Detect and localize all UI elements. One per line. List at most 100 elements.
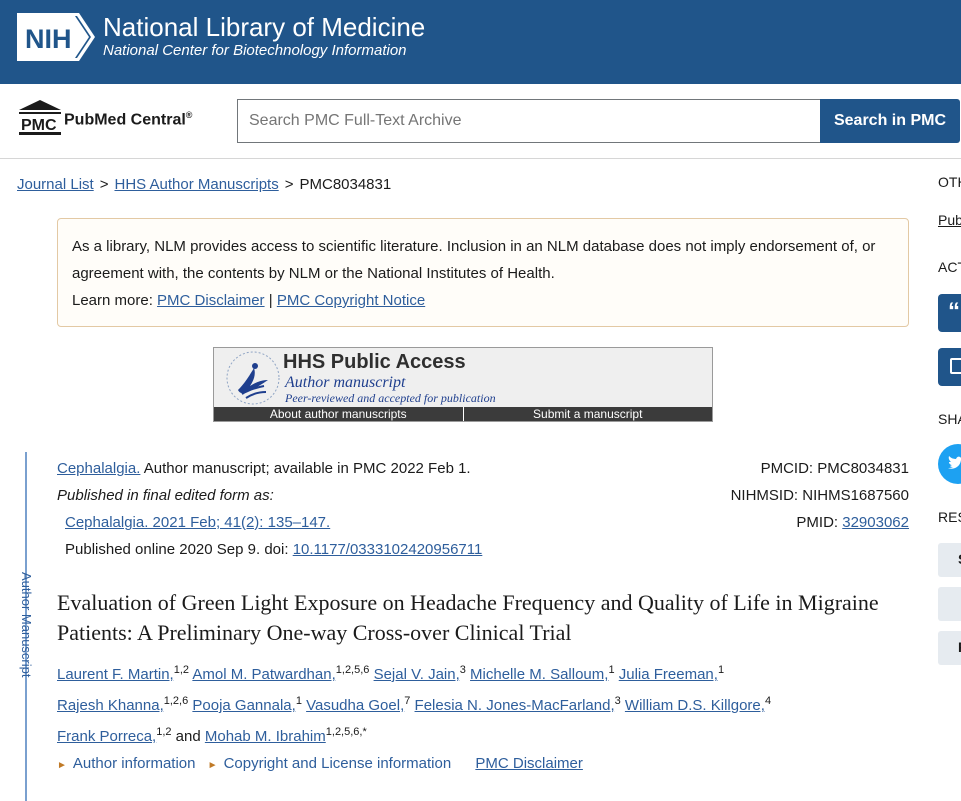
share-heading: SHA bbox=[938, 411, 961, 427]
nih-logo-icon[interactable]: NIH bbox=[17, 13, 95, 61]
author-list: Laurent F. Martin,1,2 Amol M. Patwardhan… bbox=[57, 657, 917, 750]
nlm-disclaimer-box: As a library, NLM provides access to sci… bbox=[57, 218, 909, 327]
author-link[interactable]: Mohab M. Ibrahim bbox=[205, 728, 326, 745]
citation-line: Cephalalgia. Author manuscript; availabl… bbox=[57, 455, 482, 482]
doi-link[interactable]: 10.1177/0333102420956711 bbox=[293, 541, 483, 558]
citation-ids: PMCID: PMC8034831 NIHMSID: NIHMS1687560 … bbox=[731, 455, 909, 536]
author-link[interactable]: William D.S. Killgore, bbox=[625, 697, 765, 714]
author-affiliation: 1 bbox=[717, 664, 725, 676]
pmc-disclaimer-link[interactable]: PMC Disclaimer bbox=[157, 292, 265, 309]
author-affiliation: 4 bbox=[764, 695, 772, 707]
article-title: Evaluation of Green Light Exposure on He… bbox=[57, 590, 879, 645]
nlm-title[interactable]: National Library of Medicine bbox=[103, 12, 425, 43]
author-and: and bbox=[175, 728, 201, 745]
author-link[interactable]: Frank Porreca, bbox=[57, 728, 156, 745]
cite-button[interactable]: “ bbox=[938, 294, 961, 332]
actions-heading: ACT bbox=[938, 259, 961, 275]
pmc-search-bar: PMC PubMed Central® Search in PMC bbox=[0, 84, 961, 159]
about-author-manuscripts-link[interactable]: About author manuscripts bbox=[214, 407, 464, 421]
resource-item-3[interactable]: F bbox=[938, 631, 961, 665]
hhs-title: HHS Public Access bbox=[283, 351, 466, 373]
disclaimer-learn-more: Learn more: PMC Disclaimer | PMC Copyrig… bbox=[72, 287, 894, 314]
final-ref-link[interactable]: Cephalalgia. 2021 Feb; 41(2): 135–147. bbox=[65, 514, 330, 531]
author-information-toggle[interactable]: Author information bbox=[73, 755, 196, 772]
pmc-logo-name: PubMed Central bbox=[64, 111, 186, 129]
pubreader-link[interactable]: Pub bbox=[938, 212, 961, 228]
author-link[interactable]: Amol M. Patwardhan, bbox=[192, 666, 335, 683]
svg-text:PMC: PMC bbox=[21, 117, 57, 134]
breadcrumb: Journal List > HHS Author Manuscripts > PMC8… bbox=[17, 176, 391, 193]
collections-button[interactable] bbox=[938, 348, 961, 386]
pmid-link[interactable]: 32903062 bbox=[842, 514, 909, 531]
search-input[interactable] bbox=[237, 99, 821, 143]
pmcid: PMCID: PMC8034831 bbox=[760, 460, 909, 477]
submit-manuscript-link[interactable]: Submit a manuscript bbox=[464, 407, 713, 421]
pmid-label: PMID: bbox=[796, 514, 843, 531]
author-link[interactable]: Sejal V. Jain, bbox=[374, 666, 460, 683]
hhs-public-access-banner: HHS Public Access Author manuscript Peer… bbox=[213, 347, 713, 422]
author-link[interactable]: Felesia N. Jones-MacFarland, bbox=[415, 697, 615, 714]
author-affiliation: 1,2,5,6,* bbox=[325, 726, 367, 738]
breadcrumb-hhs-author-manuscripts[interactable]: HHS Author Manuscripts bbox=[114, 176, 278, 193]
author-link[interactable]: Pooja Gannala, bbox=[192, 697, 295, 714]
collection-icon bbox=[950, 358, 961, 374]
nlm-header: NIH National Library of Medicine Nationa… bbox=[0, 0, 961, 84]
published-online-text: Published online 2020 Sep 9. doi: bbox=[65, 541, 293, 558]
author-link[interactable]: Julia Freeman, bbox=[619, 666, 718, 683]
nihmsid: NIHMSID: NIHMS1687560 bbox=[730, 487, 909, 504]
author-affiliation: 1,2,6 bbox=[163, 695, 189, 707]
pmc-building-icon: PMC bbox=[19, 100, 61, 135]
right-sidebar: OTH Pub ACT “ SHA RES S F bbox=[930, 160, 961, 801]
author-link[interactable]: Vasudha Goel, bbox=[306, 697, 404, 714]
hhs-link-bar: About author manuscripts Submit a manusc… bbox=[214, 407, 712, 421]
author-link[interactable]: Michelle M. Salloum, bbox=[470, 666, 608, 683]
hhs-eagle-icon bbox=[226, 351, 280, 405]
author-affiliation: 1,2,5,6 bbox=[335, 664, 370, 676]
citation-block: Cephalalgia. Author manuscript; availabl… bbox=[57, 455, 482, 563]
link-divider: | bbox=[268, 292, 273, 309]
breadcrumb-journal-list[interactable]: Journal List bbox=[17, 176, 94, 193]
other-formats-heading: OTH bbox=[938, 174, 961, 190]
twitter-share-button[interactable] bbox=[938, 444, 961, 484]
ncbi-subtitle: National Center for Biotechnology Inform… bbox=[103, 42, 407, 59]
search-button[interactable]: Search in PMC bbox=[820, 99, 960, 143]
breadcrumb-separator: > bbox=[284, 176, 294, 193]
author-affiliation: 1 bbox=[608, 664, 615, 676]
pmc-copyright-link[interactable]: PMC Copyright Notice bbox=[277, 292, 425, 309]
published-online-line: Published online 2020 Sep 9. doi: 10.117… bbox=[57, 536, 482, 563]
pmid-line: PMID: 32903062 bbox=[731, 509, 909, 536]
author-affiliation: 7 bbox=[404, 695, 411, 707]
svg-text:NIH: NIH bbox=[25, 24, 72, 54]
disclaimer-text: As a library, NLM provides access to sci… bbox=[72, 238, 876, 282]
learn-more-label: Learn more: bbox=[72, 292, 153, 309]
breadcrumb-separator: > bbox=[99, 176, 109, 193]
journal-link[interactable]: Cephalalgia. bbox=[57, 460, 140, 477]
pmc-logo[interactable]: PMC PubMed Central® bbox=[17, 98, 217, 138]
triangle-right-icon: ► bbox=[57, 760, 67, 771]
resource-item-similar[interactable]: S bbox=[938, 543, 961, 577]
quote-icon: “ bbox=[948, 298, 960, 325]
author-affiliation: 1,2 bbox=[156, 726, 172, 738]
author-manuscript-label-text: Author Manuscript bbox=[19, 572, 34, 678]
article-info-links: ► Author information ► Copyright and Licen… bbox=[57, 755, 583, 772]
author-affiliation: 1 bbox=[295, 695, 302, 707]
resource-item-2[interactable] bbox=[938, 587, 961, 621]
published-final-label: Published in final edited form as: bbox=[57, 487, 274, 504]
hhs-author-manuscript: Author manuscript bbox=[285, 374, 406, 391]
author-link[interactable]: Rajesh Khanna, bbox=[57, 697, 164, 714]
author-affiliation: 1,2 bbox=[173, 664, 190, 676]
pmc-disclaimer-link[interactable]: PMC Disclaimer bbox=[475, 755, 583, 772]
author-link[interactable]: Laurent F. Martin, bbox=[57, 666, 174, 683]
triangle-right-icon: ► bbox=[207, 760, 218, 771]
hhs-peer-reviewed: Peer-reviewed and accepted for publicati… bbox=[285, 391, 496, 405]
citation-status: Author manuscript; available in PMC 2022… bbox=[140, 460, 471, 477]
resources-heading: RES bbox=[938, 509, 961, 525]
pmc-logo-text: PubMed Central® bbox=[64, 110, 192, 129]
breadcrumb-current: PMC8034831 bbox=[299, 176, 392, 193]
copyright-license-toggle[interactable]: Copyright and License information bbox=[224, 755, 452, 772]
final-ref-line: Cephalalgia. 2021 Feb; 41(2): 135–147. bbox=[57, 509, 482, 536]
author-affiliation: 3 bbox=[614, 695, 621, 707]
author-affiliation: 3 bbox=[459, 664, 466, 676]
author-manuscript-side-label: Author Manuscript bbox=[19, 572, 34, 682]
registered-mark: ® bbox=[185, 110, 193, 120]
